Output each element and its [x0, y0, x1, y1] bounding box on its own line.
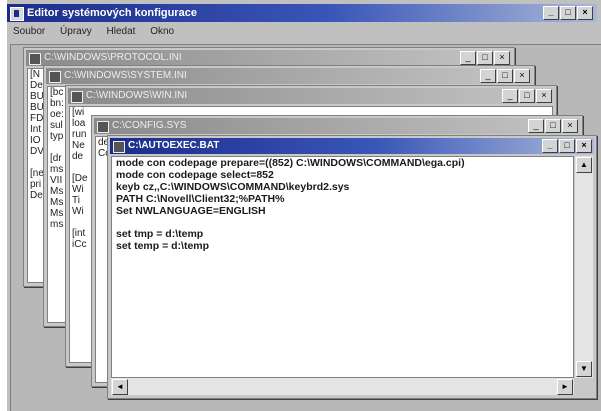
text-line: mode con codepage select=852	[116, 169, 274, 181]
text-line: keyb cz,,C:\WINDOWS\COMMAND\keybrd2.sys	[116, 181, 350, 193]
text-editor[interactable]: mode con codepage prepare=((852) C:\WIND…	[111, 156, 574, 378]
close-button[interactable]: ×	[536, 89, 552, 103]
scroll-left-button[interactable]: ◄	[112, 379, 128, 395]
minimize-button[interactable]: _	[542, 139, 558, 153]
minimize-button[interactable]: _	[528, 119, 544, 133]
maximize-button[interactable]: □	[559, 139, 575, 153]
text-line: mode con codepage prepare=((852) C:\WIND…	[116, 157, 465, 169]
menu-upravy[interactable]: Úpravy	[60, 24, 92, 40]
main-title-bar[interactable]: Editor systémových konfigurace _ □ ×	[7, 4, 597, 22]
sysedit-window: Editor systémových konfigurace _ □ × Soubo…	[5, 0, 601, 411]
scroll-right-button[interactable]: ►	[557, 379, 573, 395]
scroll-down-button[interactable]: ▼	[576, 361, 592, 377]
close-button[interactable]: ×	[576, 139, 592, 153]
text-line-empty	[116, 217, 573, 228]
window-title: C:\WINDOWS\SYSTEM.INI	[64, 70, 187, 81]
window-title-bar[interactable]: C:\AUTOEXEC.BAT _ □ ×	[110, 138, 594, 154]
maximize-button[interactable]: □	[497, 69, 513, 83]
minimize-button[interactable]: _	[502, 89, 518, 103]
text-line: set tmp = d:\temp	[116, 228, 204, 240]
caption-buttons: _ □ ×	[479, 69, 530, 83]
caption-buttons: _ □ ×	[541, 139, 592, 153]
maximize-button[interactable]: □	[477, 51, 493, 65]
mdi-workspace: C:\WINDOWS\PROTOCOL.INI _ □ × [N Del BU BU…	[10, 44, 601, 411]
maximize-button[interactable]: □	[519, 89, 535, 103]
close-button[interactable]: ×	[562, 119, 578, 133]
document-icon	[71, 91, 83, 103]
app-title: Editor systémových konfigurace	[27, 7, 197, 19]
text-line: Set NWLANGUAGE=ENGLISH	[116, 205, 266, 217]
window-title-bar[interactable]: C:\WINDOWS\PROTOCOL.INI _ □ ×	[26, 50, 512, 66]
screen: Editor systémových konfigurace _ □ × Soubo…	[0, 0, 601, 411]
maximize-button[interactable]: □	[545, 119, 561, 133]
main-caption-buttons: _ □ ×	[542, 6, 593, 20]
caption-buttons: _ □ ×	[501, 89, 552, 103]
caption-buttons: _ □ ×	[459, 51, 510, 65]
menu-soubor[interactable]: Soubor	[13, 24, 45, 40]
horizontal-scrollbar[interactable]: ◄ ►	[111, 378, 574, 395]
maximize-button[interactable]: □	[560, 6, 576, 20]
document-icon	[113, 141, 125, 153]
window-title: C:\WINDOWS\WIN.INI	[86, 90, 188, 101]
minimize-button[interactable]: _	[480, 69, 496, 83]
minimize-button[interactable]: _	[460, 51, 476, 65]
window-title: C:\WINDOWS\PROTOCOL.INI	[44, 52, 182, 63]
close-button[interactable]: ×	[494, 51, 510, 65]
document-icon	[49, 71, 61, 83]
text-line: set temp = d:\temp	[116, 240, 210, 252]
resize-grip[interactable]	[575, 378, 593, 395]
menu-okno[interactable]: Okno	[150, 24, 174, 40]
caption-buttons: _ □ ×	[527, 119, 578, 133]
minimize-button[interactable]: _	[543, 6, 559, 20]
document-icon	[97, 121, 109, 133]
window-title-bar[interactable]: C:\CONFIG.SYS _ □ ×	[94, 118, 580, 134]
window-title-bar[interactable]: C:\WINDOWS\SYSTEM.INI _ □ ×	[46, 68, 532, 84]
close-button[interactable]: ×	[514, 69, 530, 83]
app-icon[interactable]	[10, 7, 24, 21]
vertical-scrollbar[interactable]: ▲ ▼	[575, 156, 593, 378]
menu-bar: Soubor Úpravy Hledat Okno	[7, 24, 597, 40]
menu-hledat[interactable]: Hledat	[107, 24, 136, 40]
close-button[interactable]: ×	[577, 6, 593, 20]
text-line: PATH C:\Novell\Client32;%PATH%	[116, 193, 285, 205]
window-autoexec-bat[interactable]: C:\AUTOEXEC.BAT _ □ × mode con codepage pr…	[107, 135, 597, 399]
window-title: C:\CONFIG.SYS	[112, 120, 187, 131]
scroll-up-button[interactable]: ▲	[576, 157, 592, 173]
window-title: C:\AUTOEXEC.BAT	[128, 140, 220, 151]
document-icon	[29, 53, 41, 65]
window-title-bar[interactable]: C:\WINDOWS\WIN.INI _ □ ×	[68, 88, 554, 104]
